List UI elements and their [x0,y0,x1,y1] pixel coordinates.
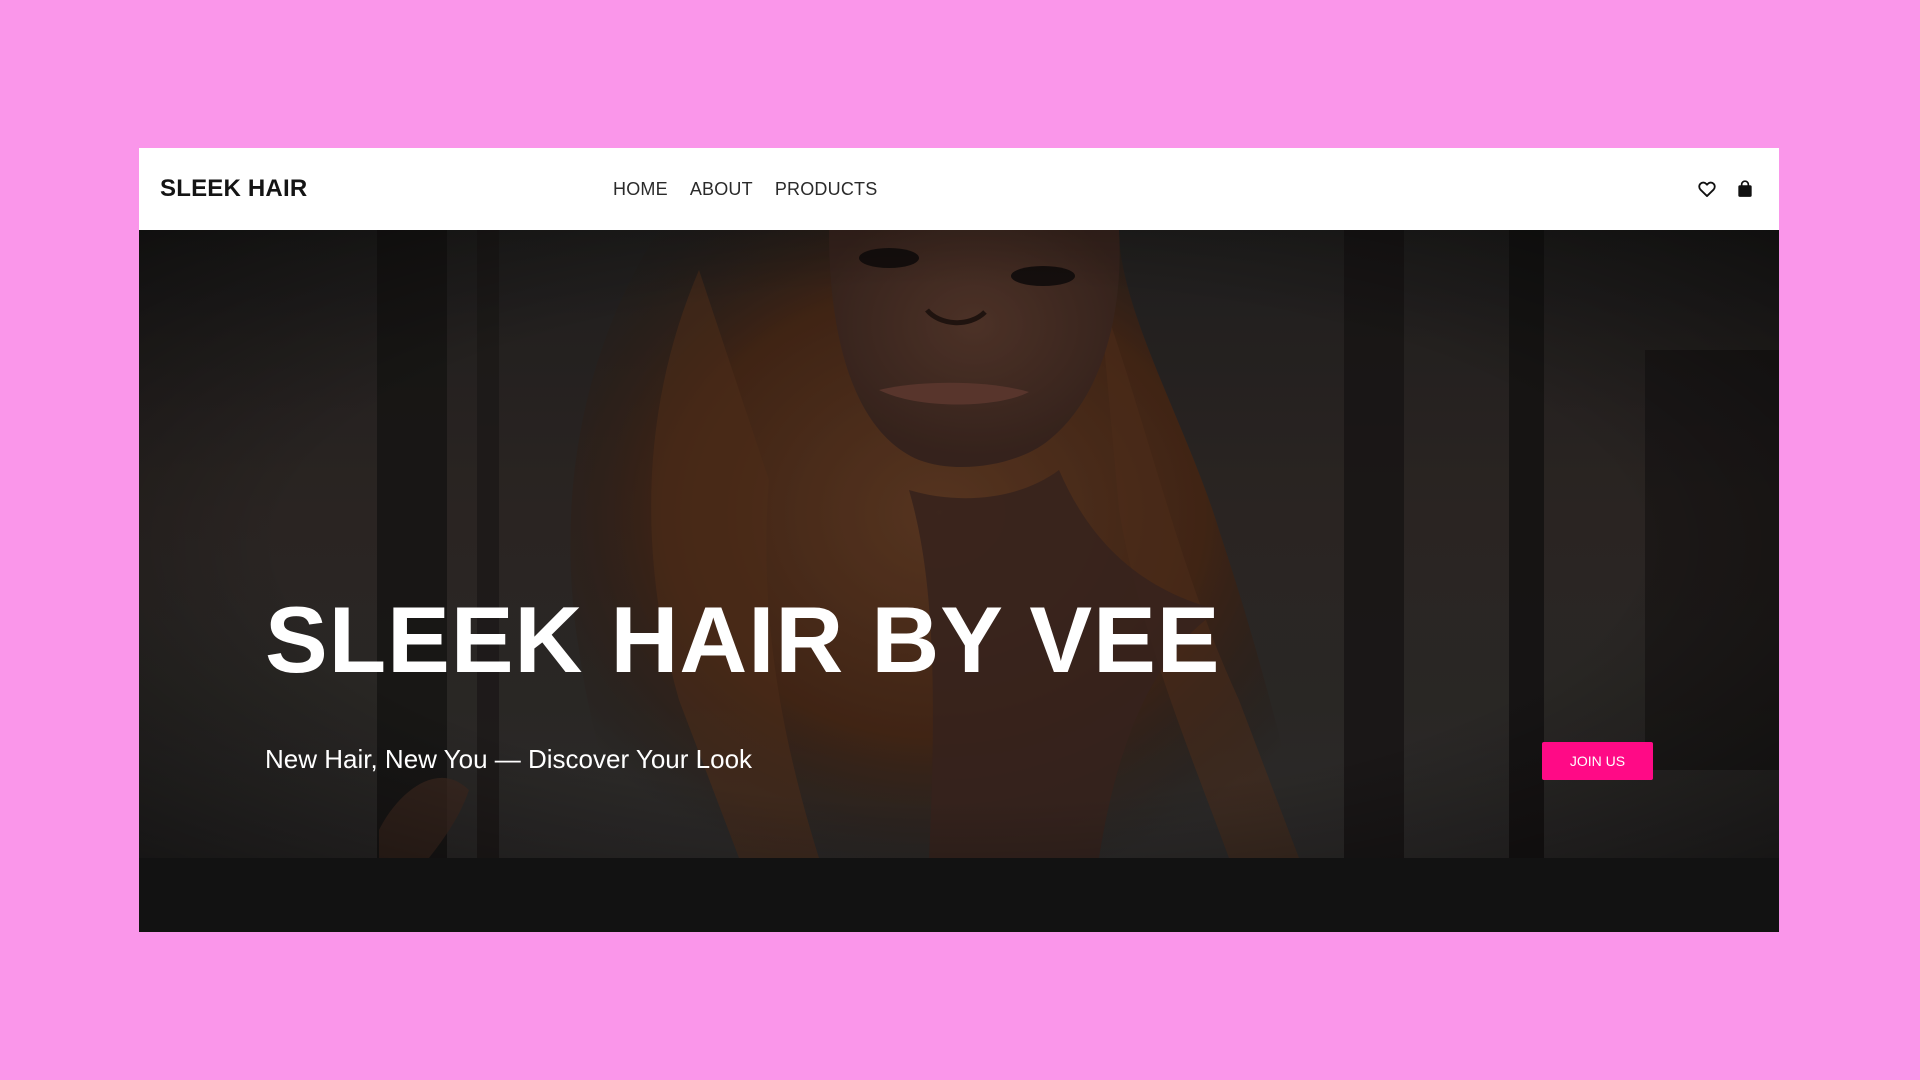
nav-products-link[interactable]: PRODUCTS [775,179,878,200]
hero-subtitle: New Hair, New You — Discover Your Look [265,744,753,774]
nav-about-link[interactable]: ABOUT [690,179,753,200]
shopping-bag-icon[interactable] [1735,179,1755,199]
top-navigation-bar: SLEEK HAIR HOME ABOUT PRODUCTS [139,148,1779,230]
join-us-button[interactable]: JOIN US [1542,742,1653,780]
website-frame: SLEEK HAIR HOME ABOUT PRODUCTS SLEEK HAI… [139,148,1779,932]
hero-title: SLEEK HAIR BY VEE [265,587,1221,692]
heart-icon[interactable] [1697,179,1717,199]
nav-home-link[interactable]: HOME [613,179,668,200]
hero-section: SLEEK HAIR BY VEE New Hair, New You — Di… [139,230,1779,858]
brand-logo[interactable]: SLEEK HAIR [160,148,307,230]
header-icons [1697,148,1755,230]
main-nav: HOME ABOUT PRODUCTS [613,148,877,230]
section-strip [139,858,1779,932]
